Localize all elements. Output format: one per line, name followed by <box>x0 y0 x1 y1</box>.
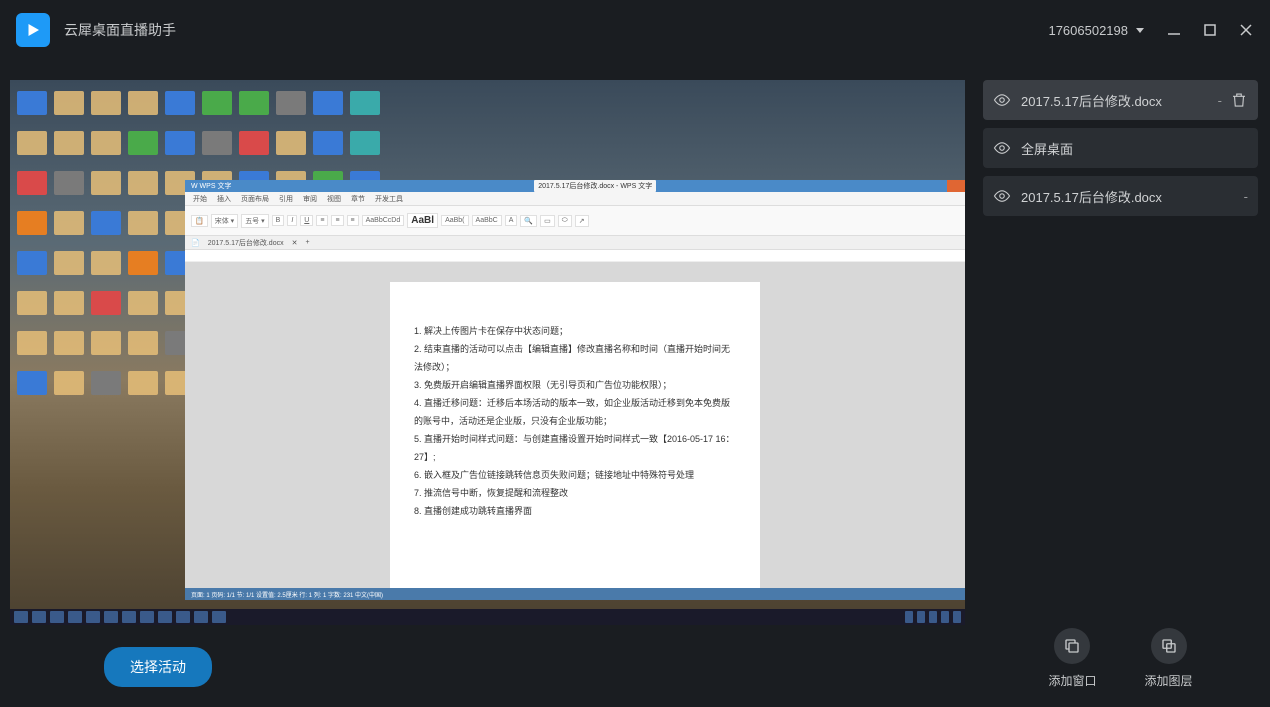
add-window-label: 添加窗口 <box>1048 672 1096 689</box>
add-window-button[interactable]: 添加窗口 <box>1048 628 1096 689</box>
layers-icon <box>1151 628 1187 664</box>
right-bottom-actions: 添加窗口 添加图层 <box>983 628 1258 707</box>
wps-body: 1. 解决上传图片卡在保存中状态问题； 2. 结束直播的活动可以点击【编辑直播】… <box>185 262 965 588</box>
titlebar: 云犀桌面直播助手 17606502198 <box>0 0 1270 60</box>
wps-ribbon: 📋宋体 ▾五号 ▾BIU ≡≡≡ AaBbCcDd AaBl AaBb( AaB… <box>185 206 965 236</box>
maximize-button[interactable] <box>1202 22 1218 38</box>
layer-title: 2017.5.17后台修改.docx <box>1021 91 1214 110</box>
wps-doc-title: 2017.5.17后台修改.docx - WPS 文字 <box>534 180 656 192</box>
main-area: W WPS 文字 2017.5.17后台修改.docx - WPS 文字 开始插… <box>0 60 1270 707</box>
doc-line: 8. 直播创建成功跳转直播界面 <box>414 502 736 520</box>
doc-line: 5. 直播开始时间样式问题：与创建直播设置开始时间样式一致【2016-05-17… <box>414 430 736 466</box>
add-layer-label: 添加图层 <box>1145 672 1193 689</box>
trash-icon[interactable] <box>1230 91 1248 109</box>
wps-status-bar: 页面: 1 页码: 1/1 节: 1/1 设置值: 2.5厘米 行: 1 列: … <box>185 588 965 600</box>
layer-list: 2017.5.17后台修改.docx - 全屏桌面 2017.5.17后台修改.… <box>983 80 1258 216</box>
wps-close-icon <box>947 180 965 192</box>
layer-status: - <box>1244 189 1248 204</box>
app-logo <box>16 13 50 47</box>
layer-title: 全屏桌面 <box>1021 139 1248 158</box>
select-activity-button[interactable]: 选择活动 <box>104 647 212 687</box>
layer-item[interactable]: 2017.5.17后台修改.docx - <box>983 176 1258 216</box>
copy-icon <box>1054 628 1090 664</box>
windows-taskbar <box>10 609 965 625</box>
layer-status: - <box>1218 93 1222 108</box>
doc-line: 1. 解决上传图片卡在保存中状态问题； <box>414 322 736 340</box>
chevron-down-icon <box>1136 28 1144 33</box>
bottom-actions: 选择活动 <box>10 625 975 687</box>
close-button[interactable] <box>1238 22 1254 38</box>
wps-ruler <box>185 250 965 262</box>
eye-icon[interactable] <box>993 187 1011 205</box>
doc-line: 7. 推流信号中断，恢复提醒和流程整改 <box>414 484 736 502</box>
wps-page: 1. 解决上传图片卡在保存中状态问题； 2. 结束直播的活动可以点击【编辑直播】… <box>390 282 760 588</box>
user-id-dropdown[interactable]: 17606502198 <box>1048 23 1144 38</box>
right-column: 2017.5.17后台修改.docx - 全屏桌面 2017.5.17后台修改.… <box>975 60 1270 707</box>
wps-menu: 开始插入页面布局引用审阅视图章节开发工具 <box>185 192 965 206</box>
preview-column: W WPS 文字 2017.5.17后台修改.docx - WPS 文字 开始插… <box>0 60 975 707</box>
layer-title: 2017.5.17后台修改.docx <box>1021 187 1240 206</box>
add-layer-button[interactable]: 添加图层 <box>1145 628 1193 689</box>
doc-line: 4. 直播迁移问题：迁移后本场活动的版本一致，如企业版活动迁移到免本免费版的账号… <box>414 394 736 430</box>
eye-icon[interactable] <box>993 139 1011 157</box>
preview-canvas[interactable]: W WPS 文字 2017.5.17后台修改.docx - WPS 文字 开始插… <box>10 80 965 625</box>
wps-titlebar: W WPS 文字 2017.5.17后台修改.docx - WPS 文字 <box>185 180 965 192</box>
doc-line: 2. 结束直播的活动可以点击【编辑直播】修改直播名称和时间（直播开始时间无法修改… <box>414 340 736 376</box>
layer-item[interactable]: 全屏桌面 <box>983 128 1258 168</box>
user-id-text: 17606502198 <box>1048 23 1128 38</box>
doc-line: 3. 免费版开启编辑直播界面权限（无引导页和广告位功能权限）； <box>414 376 736 394</box>
app-title: 云犀桌面直播助手 <box>64 20 176 40</box>
layer-item[interactable]: 2017.5.17后台修改.docx - <box>983 80 1258 120</box>
window-controls <box>1166 22 1254 38</box>
doc-line: 6. 嵌入框及广告位链接跳转信息页失败问题；链接地址中特殊符号处理 <box>414 466 736 484</box>
wps-window: W WPS 文字 2017.5.17后台修改.docx - WPS 文字 开始插… <box>185 180 965 600</box>
wps-title-left: W WPS 文字 <box>191 181 231 191</box>
wps-doc-tabs: 📄2017.5.17后台修改.docx✕+ <box>185 236 965 250</box>
minimize-button[interactable] <box>1166 22 1182 38</box>
eye-icon[interactable] <box>993 91 1011 109</box>
